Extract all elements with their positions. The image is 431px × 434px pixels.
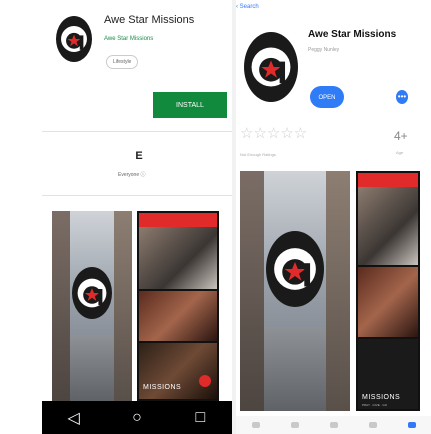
missions-label: MISSIONS <box>362 394 401 401</box>
app-logo-icon <box>266 231 324 307</box>
app-logo-icon <box>56 16 92 62</box>
developer-name[interactable]: Peggy Nunley <box>308 47 339 53</box>
building-right <box>325 171 350 411</box>
more-options-icon[interactable]: ••• <box>396 90 408 104</box>
rating-stars-icon: ☆☆☆☆☆ <box>240 125 308 142</box>
recents-nav-icon[interactable]: □ <box>190 409 210 427</box>
divider <box>42 195 232 196</box>
building-left <box>52 211 70 401</box>
building-right <box>114 211 132 401</box>
back-search-link[interactable]: ‹ Search <box>236 4 259 10</box>
games-tab-icon[interactable] <box>290 422 299 428</box>
divider <box>42 131 232 132</box>
apps-tab-icon[interactable] <box>329 422 338 428</box>
android-store-panel: Awe Star Missions Awe Star Missions Life… <box>0 0 232 434</box>
road <box>69 334 115 401</box>
heart-icon <box>199 375 211 387</box>
updates-tab-icon[interactable] <box>368 422 377 428</box>
screen-tile-missions: MISSIONS PRAY · GIVE · GO <box>358 339 418 409</box>
screen-tile-missions: MISSIONS <box>139 343 217 399</box>
install-button[interactable]: INSTALL <box>153 92 227 118</box>
developer-link[interactable]: Awe Star Missions <box>104 36 153 42</box>
content-rating-label[interactable]: Everyone ⓘ <box>118 171 146 178</box>
back-nav-icon[interactable]: ◁ <box>64 408 84 428</box>
screen-tile-hands <box>139 291 217 341</box>
ios-tab-bar <box>236 416 431 434</box>
app-title: Awe Star Missions <box>308 29 397 40</box>
age-rating: 4+ <box>394 129 408 143</box>
road <box>264 327 326 411</box>
missions-label: MISSIONS <box>143 384 182 391</box>
screenshot-secondary[interactable]: MISSIONS PRAY · GIVE · GO <box>356 171 420 411</box>
search-tab-icon[interactable] <box>407 422 416 428</box>
screen-tile-hands <box>358 267 418 337</box>
home-nav-icon[interactable]: ○ <box>127 409 147 427</box>
ratings-note: Not Enough Ratings <box>240 152 276 157</box>
app-title: Awe Star Missions <box>104 14 195 26</box>
screenshot-main[interactable] <box>240 171 350 411</box>
app-header-bar <box>358 173 418 187</box>
age-label: Age <box>396 150 404 155</box>
category-chip[interactable]: Lifestyle <box>106 55 139 69</box>
app-header-bar <box>139 213 217 227</box>
android-nav-bar: ◁ ○ □ <box>42 401 232 434</box>
screen-tile-feet <box>139 213 217 289</box>
feet-photo <box>139 227 217 289</box>
screen-tile-feet <box>358 173 418 265</box>
open-button[interactable]: OPEN <box>310 86 344 108</box>
ios-store-panel: ‹ Search Awe Star Missions Peggy Nunley … <box>236 0 431 434</box>
screenshot-main[interactable] <box>52 211 132 401</box>
content-rating-icon: E <box>135 150 143 162</box>
missions-subtitle: PRAY · GIVE · GO <box>362 403 388 407</box>
building-left <box>240 171 265 411</box>
today-tab-icon[interactable] <box>251 422 260 428</box>
screenshot-secondary[interactable]: MISSIONS <box>137 211 219 401</box>
app-logo-icon <box>244 32 298 102</box>
feet-photo <box>358 187 418 265</box>
app-logo-icon <box>72 267 112 319</box>
